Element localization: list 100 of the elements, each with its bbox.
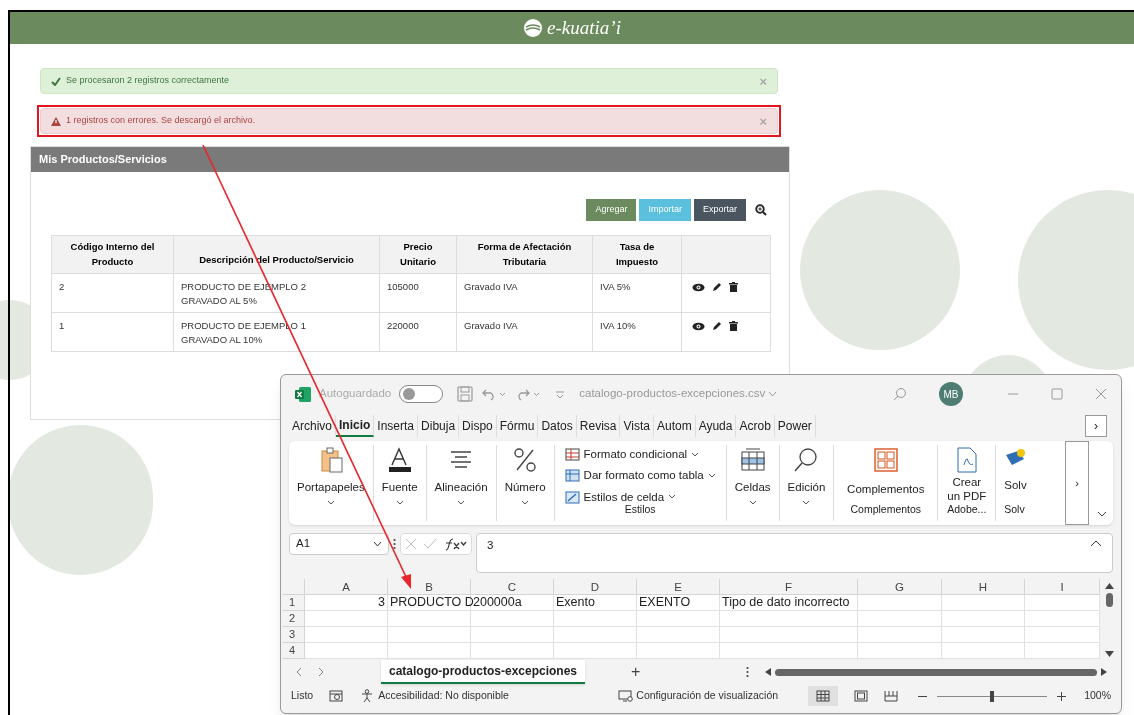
ribbon-tab[interactable]: Vista [620, 415, 654, 437]
sheet-cell[interactable] [305, 611, 388, 627]
trash-icon[interactable] [729, 321, 738, 331]
ribbon-menu-button[interactable]: Dar formato como tabla [564, 467, 716, 485]
page-layout-icon[interactable] [854, 690, 869, 702]
sheet-cell[interactable]: EXENTO [637, 595, 720, 611]
sheet-cell[interactable] [388, 611, 471, 627]
zoom-level[interactable]: 100% [1084, 688, 1111, 704]
ribbon-tab[interactable]: Archivo [289, 415, 336, 437]
ribbon-tab[interactable]: Inserta [374, 415, 419, 437]
ribbon-tab[interactable]: Autom [653, 415, 696, 437]
ribbon-tab[interactable]: Fórmu [496, 415, 539, 437]
addins-button[interactable]: Complementos [844, 445, 928, 499]
ribbon-tab[interactable]: Acrob [736, 415, 775, 437]
sheet-cell[interactable] [388, 643, 471, 659]
scroll-left-icon[interactable] [765, 668, 772, 676]
sheet-cell[interactable] [858, 595, 942, 611]
ribbon-button[interactable]: Alineación [425, 445, 496, 521]
insert-function-icon[interactable] [443, 537, 467, 551]
maximize-icon[interactable] [1051, 388, 1063, 400]
sheet-cell[interactable]: PRODUCTO D [388, 595, 471, 611]
sheet-cell[interactable] [305, 643, 388, 659]
scroll-down-icon[interactable] [1104, 651, 1114, 657]
sheet-cell[interactable]: Tipo de dato incorrecto [720, 595, 858, 611]
collapse-ribbon-icon[interactable] [1097, 511, 1107, 517]
vertical-scroll-thumb[interactable] [1105, 593, 1113, 607]
next-sheet-icon[interactable] [318, 667, 325, 677]
sheet-cell[interactable] [554, 611, 637, 627]
sheet-cell[interactable] [720, 627, 858, 643]
customize-icon[interactable] [555, 389, 566, 399]
column-header[interactable]: C [471, 579, 554, 595]
formula-input[interactable]: 3 [476, 533, 1113, 573]
sheet-cell[interactable] [554, 643, 637, 659]
scroll-right-icon[interactable] [1101, 668, 1107, 676]
row-header[interactable]: 2 [283, 611, 305, 627]
solver-button[interactable]: Solv [1004, 445, 1027, 495]
ribbon-scroll-button[interactable]: › [1065, 441, 1089, 525]
horizontal-scroll-thumb[interactable] [775, 668, 1097, 676]
sheet-cell[interactable] [554, 627, 637, 643]
sheet-cell[interactable]: 3 [305, 595, 388, 611]
redo-icon[interactable] [515, 387, 542, 401]
zoom-slider[interactable] [937, 690, 1048, 702]
sheet-cell[interactable] [858, 611, 942, 627]
column-header[interactable]: H [942, 579, 1025, 595]
normal-view-button[interactable] [808, 686, 839, 706]
close-icon[interactable] [1095, 388, 1107, 400]
previous-sheet-icon[interactable] [295, 667, 302, 677]
undo-icon[interactable] [481, 387, 508, 401]
sheet-cell[interactable] [942, 643, 1025, 659]
ribbon-button[interactable]: Portapapeles [289, 445, 373, 521]
macro-recorder-icon[interactable] [329, 690, 344, 702]
cancel-icon[interactable] [405, 538, 417, 550]
sheet-tab[interactable]: catalogo-productos-excepciones [381, 660, 586, 684]
sheet-cell[interactable] [637, 627, 720, 643]
ribbon-tab[interactable]: Dibuja [418, 415, 460, 437]
ribbon-tab[interactable]: Ayuda [695, 415, 737, 437]
sheet-cell[interactable] [858, 627, 942, 643]
ribbon-button[interactable]: Edición [778, 445, 834, 521]
add-button[interactable]: Agregar [586, 199, 637, 221]
sheet-cell[interactable] [858, 643, 942, 659]
column-header[interactable]: F [720, 579, 858, 595]
row-header[interactable]: 3 [283, 627, 305, 643]
accessibility-button[interactable]: Accesibilidad: No disponible [361, 688, 509, 704]
ribbon-button[interactable]: Celdas [725, 445, 779, 521]
zoom-in-icon[interactable] [755, 204, 767, 216]
sheet-cell[interactable] [637, 643, 720, 659]
zoom-slider-thumb[interactable] [990, 690, 995, 702]
ribbon-tab[interactable]: Dispo [459, 415, 497, 437]
add-sheet-button[interactable]: + [631, 660, 641, 684]
create-pdf-button[interactable]: Crear un PDF [946, 445, 988, 503]
display-settings-button[interactable]: Configuración de visualización [618, 688, 779, 704]
sheet-cell[interactable] [942, 627, 1025, 643]
sheet-cell[interactable] [305, 627, 388, 643]
zoom-in-icon[interactable] [1057, 691, 1067, 701]
export-button[interactable]: Exportar [694, 199, 746, 221]
column-header[interactable]: E [637, 579, 720, 595]
column-header[interactable]: D [554, 579, 637, 595]
sheet-cell[interactable] [388, 627, 471, 643]
sheet-cell[interactable] [471, 643, 554, 659]
save-icon[interactable] [457, 386, 474, 402]
user-avatar[interactable]: MB [939, 382, 963, 406]
name-box[interactable]: A1 [289, 533, 389, 555]
eye-icon[interactable] [692, 321, 705, 331]
sheet-cell[interactable] [720, 611, 858, 627]
ribbon-tab[interactable]: Datos [538, 415, 577, 437]
search-icon[interactable] [893, 387, 907, 401]
pencil-icon[interactable] [712, 321, 722, 331]
ribbon-tab[interactable]: Revisa [576, 415, 621, 437]
row-header[interactable]: 1 [283, 595, 305, 611]
column-header[interactable]: A [305, 579, 388, 595]
sheet-cell[interactable] [471, 627, 554, 643]
ribbon-tab[interactable]: Inicio [336, 415, 375, 437]
ribbon-button[interactable]: Número [495, 445, 554, 521]
page-break-icon[interactable] [884, 690, 899, 702]
sheet-cell[interactable] [942, 611, 1025, 627]
autosave-toggle[interactable] [399, 385, 444, 403]
sheet-cell[interactable]: Exento [554, 595, 637, 611]
sheet-cell[interactable] [637, 611, 720, 627]
trash-icon[interactable] [729, 282, 738, 292]
sheet-cell[interactable] [942, 595, 1025, 611]
